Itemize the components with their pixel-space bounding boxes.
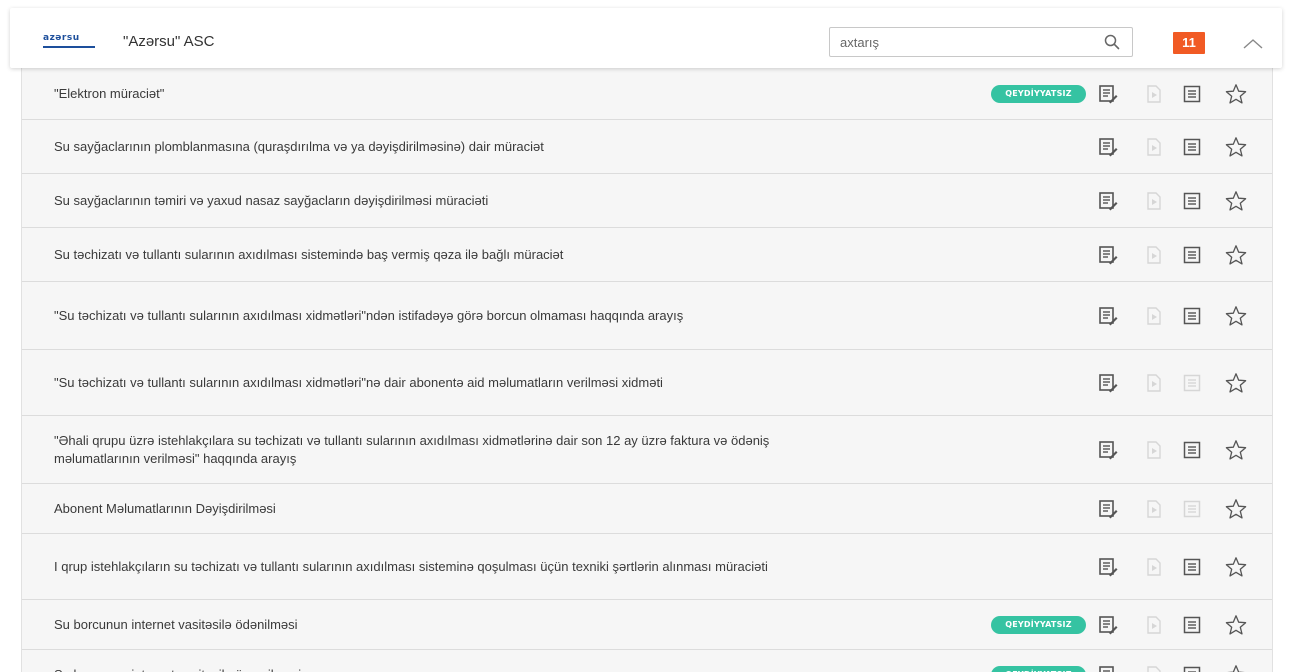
search-input[interactable]: [830, 28, 1100, 56]
star-icon[interactable]: [1225, 83, 1247, 105]
star-icon[interactable]: [1225, 190, 1247, 212]
service-label[interactable]: Su sayğaclarının təmiri və yaxud nasaz s…: [54, 192, 814, 210]
service-list: "Elektron müraciət" QEYDİYYATSIZ Su sayğac…: [21, 68, 1273, 672]
service-label[interactable]: "Əhali qrupu üzrə istehlakçılara su təch…: [54, 432, 814, 468]
play-icon[interactable]: [1144, 557, 1164, 577]
apply-icon[interactable]: [1098, 137, 1118, 157]
document-list-icon[interactable]: [1182, 499, 1202, 519]
play-icon[interactable]: [1144, 306, 1164, 326]
apply-icon[interactable]: [1098, 191, 1118, 211]
star-icon[interactable]: [1225, 664, 1247, 672]
service-row[interactable]: I qrup istehlakçıların su təchizatı və t…: [22, 534, 1272, 600]
service-count-badge: 11: [1173, 32, 1205, 54]
apply-icon[interactable]: [1098, 615, 1118, 635]
star-icon[interactable]: [1225, 498, 1247, 520]
azersu-logo: azərsu: [43, 34, 95, 48]
service-row[interactable]: Abonent Məlumatlarının Dəyişdirilməsi: [22, 484, 1272, 534]
document-list-icon[interactable]: [1182, 665, 1202, 672]
service-label[interactable]: "Su təchizatı və tullantı sularının axıd…: [54, 374, 814, 392]
organization-header: azərsu "Azərsu" ASC 11: [10, 8, 1282, 68]
service-label[interactable]: Su sayğaclarının plomblanmasına (quraşdı…: [54, 138, 814, 156]
play-icon[interactable]: [1144, 665, 1164, 672]
document-list-icon[interactable]: [1182, 191, 1202, 211]
document-list-icon[interactable]: [1182, 373, 1202, 393]
star-icon[interactable]: [1225, 556, 1247, 578]
service-label[interactable]: I qrup istehlakçıların su təchizatı və t…: [54, 558, 814, 576]
document-list-icon[interactable]: [1182, 440, 1202, 460]
search-box: [829, 27, 1133, 57]
star-icon[interactable]: [1225, 244, 1247, 266]
star-icon[interactable]: [1225, 614, 1247, 636]
service-label[interactable]: Su təchizatı və tullantı sularının axıdı…: [54, 246, 814, 264]
service-label[interactable]: "Su təchizatı və tullantı sularının axıd…: [54, 307, 814, 325]
play-icon[interactable]: [1144, 373, 1164, 393]
play-icon[interactable]: [1144, 84, 1164, 104]
service-label[interactable]: Su borcunun internet vasitəsilə ödənilmə…: [54, 616, 814, 634]
service-row[interactable]: Su sayğaclarının plomblanmasına (quraşdı…: [22, 120, 1272, 174]
service-label[interactable]: Abonent Məlumatlarının Dəyişdirilməsi: [54, 500, 814, 518]
play-icon[interactable]: [1144, 499, 1164, 519]
service-row[interactable]: Su borcunun internet vasitəsilə öyrənilm…: [22, 650, 1272, 672]
play-icon[interactable]: [1144, 440, 1164, 460]
service-row[interactable]: "Su təchizatı və tullantı sularının axıd…: [22, 282, 1272, 350]
document-list-icon[interactable]: [1182, 137, 1202, 157]
service-row[interactable]: Su təchizatı və tullantı sularının axıdı…: [22, 228, 1272, 282]
apply-icon[interactable]: [1098, 245, 1118, 265]
organization-title[interactable]: "Azərsu" ASC: [123, 33, 215, 50]
play-icon[interactable]: [1144, 615, 1164, 635]
document-list-icon[interactable]: [1182, 245, 1202, 265]
service-row[interactable]: "Əhali qrupu üzrə istehlakçılara su təch…: [22, 416, 1272, 484]
search-icon[interactable]: [1104, 34, 1120, 50]
document-list-icon[interactable]: [1182, 615, 1202, 635]
unregistered-tag: QEYDİYYATSIZ: [991, 665, 1086, 672]
star-icon[interactable]: [1225, 372, 1247, 394]
service-label[interactable]: "Elektron müraciət": [54, 85, 814, 103]
service-row[interactable]: "Elektron müraciət" QEYDİYYATSIZ: [22, 68, 1272, 120]
document-list-icon[interactable]: [1182, 306, 1202, 326]
play-icon[interactable]: [1144, 191, 1164, 211]
document-list-icon[interactable]: [1182, 84, 1202, 104]
apply-icon[interactable]: [1098, 373, 1118, 393]
star-icon[interactable]: [1225, 439, 1247, 461]
unregistered-tag: QEYDİYYATSIZ: [991, 615, 1086, 634]
star-icon[interactable]: [1225, 136, 1247, 158]
unregistered-tag: QEYDİYYATSIZ: [991, 84, 1086, 103]
apply-icon[interactable]: [1098, 665, 1118, 672]
apply-icon[interactable]: [1098, 499, 1118, 519]
apply-icon[interactable]: [1098, 306, 1118, 326]
service-row[interactable]: "Su təchizatı və tullantı sularının axıd…: [22, 350, 1272, 416]
play-icon[interactable]: [1144, 245, 1164, 265]
play-icon[interactable]: [1144, 137, 1164, 157]
apply-icon[interactable]: [1098, 440, 1118, 460]
chevron-up-icon[interactable]: [1242, 36, 1264, 50]
star-icon[interactable]: [1225, 305, 1247, 327]
apply-icon[interactable]: [1098, 557, 1118, 577]
service-catalog-page: azərsu "Azərsu" ASC 11 "Elektron müraciə…: [0, 0, 1291, 672]
service-row[interactable]: Su sayğaclarının təmiri və yaxud nasaz s…: [22, 174, 1272, 228]
document-list-icon[interactable]: [1182, 557, 1202, 577]
apply-icon[interactable]: [1098, 84, 1118, 104]
service-label[interactable]: Su borcunun internet vasitəsilə öyrənilm…: [54, 666, 814, 672]
service-row[interactable]: Su borcunun internet vasitəsilə ödənilmə…: [22, 600, 1272, 650]
